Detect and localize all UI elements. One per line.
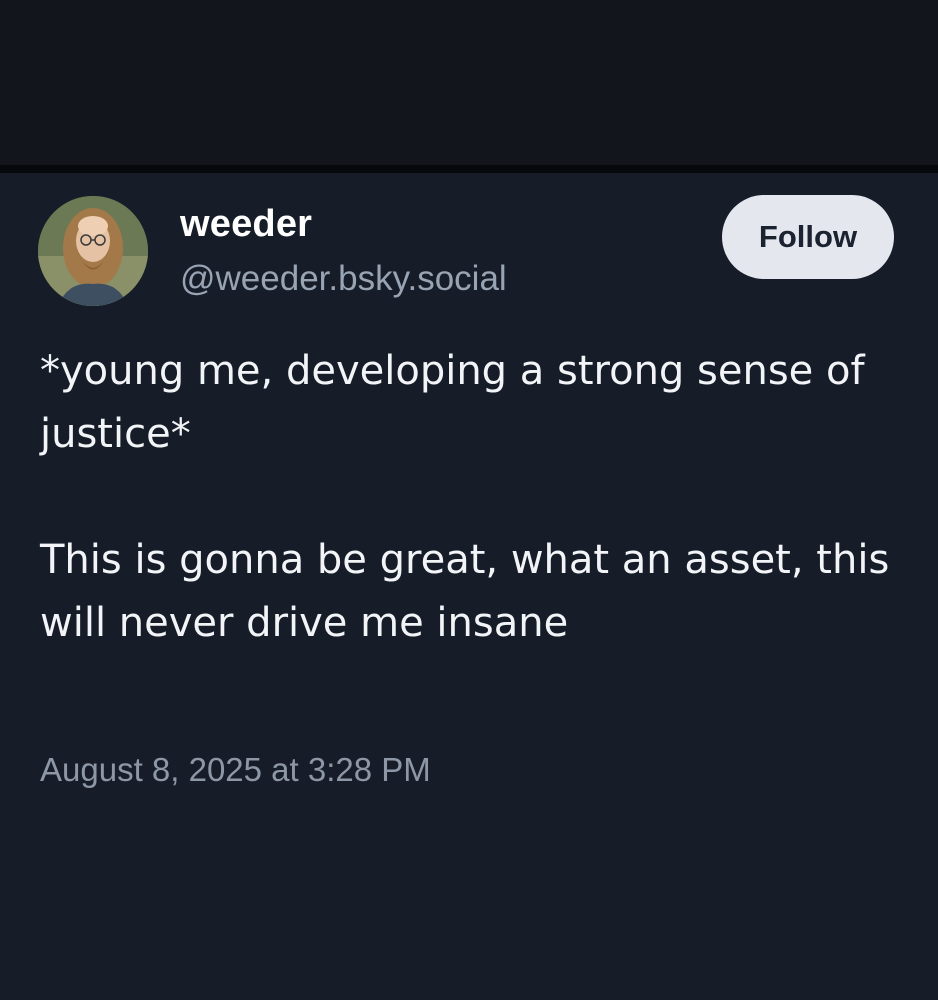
avatar-image bbox=[38, 196, 148, 306]
user-handle[interactable]: @weeder.bsky.social bbox=[180, 259, 507, 299]
divider-line bbox=[0, 165, 938, 173]
display-name[interactable]: weeder bbox=[180, 203, 312, 246]
post-body: *young me, developing a strong sense of … bbox=[40, 340, 900, 655]
top-band bbox=[0, 0, 938, 165]
post-paragraph: This is gonna be great, what an asset, t… bbox=[40, 537, 890, 646]
post-paragraph: *young me, developing a strong sense of … bbox=[40, 348, 865, 457]
post-card: weeder @weeder.bsky.social Follow *young… bbox=[0, 173, 938, 1000]
avatar[interactable] bbox=[38, 196, 148, 306]
post-timestamp[interactable]: August 8, 2025 at 3:28 PM bbox=[40, 751, 431, 789]
follow-button[interactable]: Follow bbox=[722, 195, 894, 279]
